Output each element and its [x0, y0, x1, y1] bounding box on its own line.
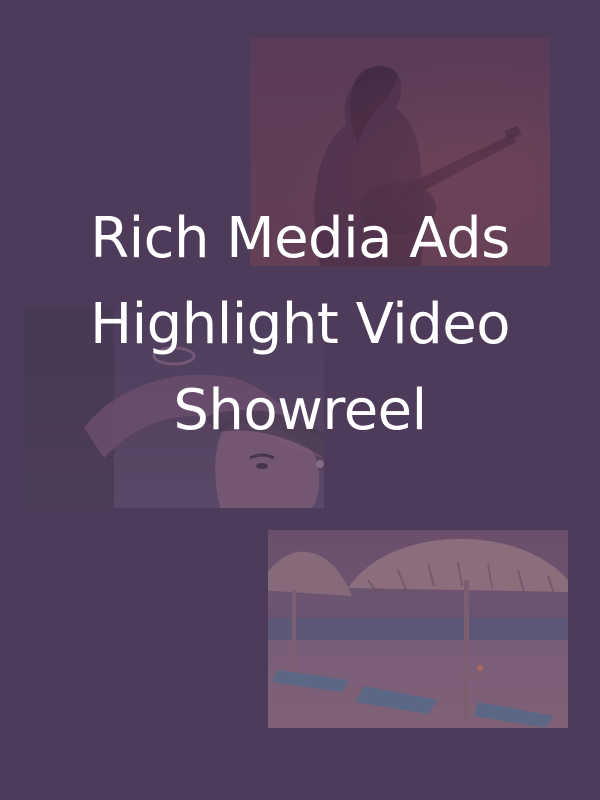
showreel-headline: Rich Media Ads Highlight Video Showreel	[0, 196, 600, 454]
beach-photo-tile	[268, 530, 568, 728]
headline-line-2: Highlight Video	[89, 292, 511, 357]
headline-line-1: Rich Media Ads	[90, 206, 510, 271]
beach-umbrellas-image	[268, 538, 568, 728]
showreel-poster: Rich Media Ads Highlight Video Showreel	[0, 0, 600, 800]
headline-line-3: Showreel	[173, 378, 427, 443]
